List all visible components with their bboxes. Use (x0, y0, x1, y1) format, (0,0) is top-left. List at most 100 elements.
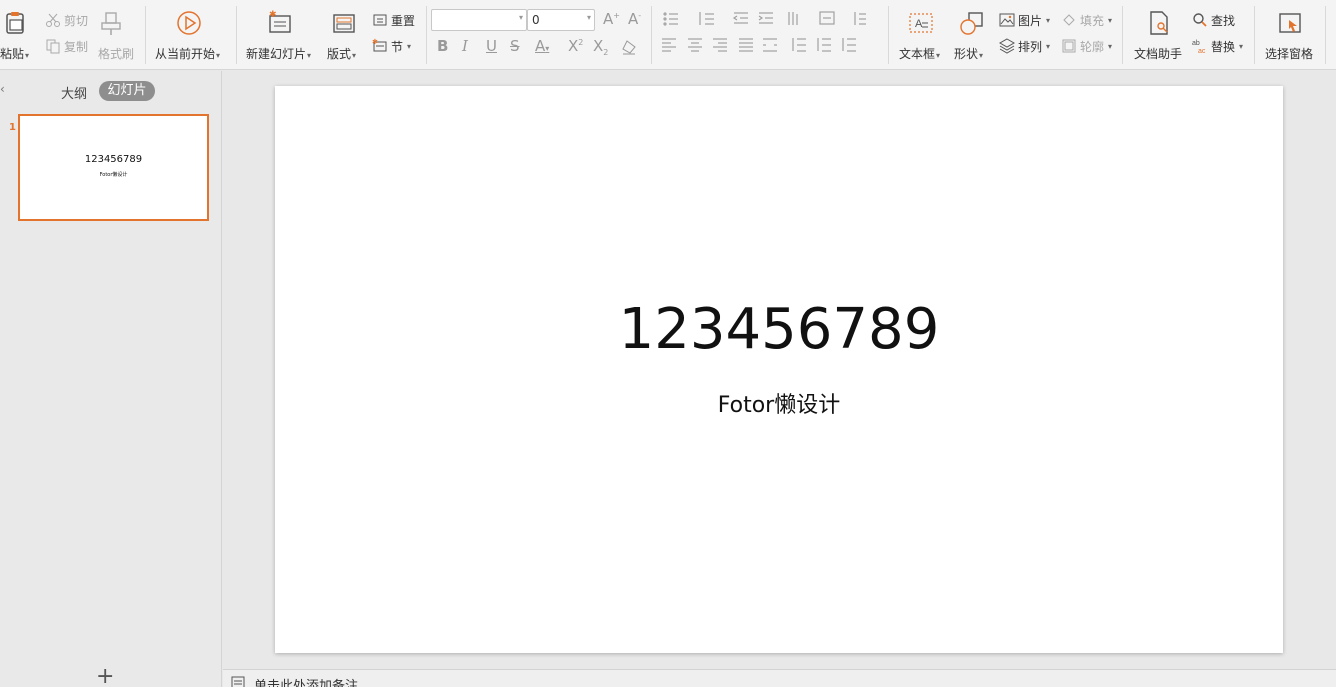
tab-slides[interactable]: 幻灯片 (99, 81, 155, 101)
increase-indent-icon (758, 12, 773, 24)
cut-button[interactable]: 剪切 (45, 10, 88, 30)
paste-label: 粘贴 (0, 47, 25, 61)
notes-placeholder[interactable]: 单击此处添加备注 (254, 675, 358, 687)
picture-icon (999, 13, 1015, 27)
section-button[interactable]: ✱ 节 ▾ (372, 36, 411, 56)
outline-label: 轮廓 (1080, 39, 1105, 54)
slide-thumbnail[interactable]: 123456789 Fotor懒设计 (18, 114, 209, 221)
shapes-icon (960, 12, 983, 35)
scissors-icon (46, 13, 60, 27)
align-center-icon (688, 38, 702, 52)
subscript-icon[interactable]: X2 (593, 37, 608, 57)
svg-text:✱: ✱ (269, 10, 277, 20)
bold-icon[interactable]: B (437, 37, 448, 55)
svg-text:A: A (915, 18, 923, 30)
chevron-down-icon: ▾ (1108, 41, 1113, 51)
doc-assistant-button[interactable]: 文档助手 (1134, 8, 1182, 61)
notes-pane[interactable]: 单击此处添加备注 (223, 669, 1336, 687)
copy-icon (46, 39, 60, 54)
distribute-icon (763, 38, 777, 52)
superscript-icon[interactable]: X2 (568, 37, 583, 55)
slide-canvas[interactable]: 123456789 Fotor懒设计 (275, 86, 1283, 653)
selection-pane-icon (1279, 13, 1301, 33)
chevron-down-icon: ▾ (586, 13, 591, 22)
reset-label: 重置 (391, 13, 416, 28)
new-slide-icon: ✱ (269, 10, 291, 33)
clear-format-icon[interactable] (621, 39, 637, 55)
align-left-icon (662, 38, 676, 52)
divider (1122, 6, 1123, 64)
paragraph-tools[interactable] (662, 11, 882, 61)
underline-icon[interactable]: U (486, 37, 497, 55)
outline-icon (1062, 39, 1076, 53)
arrange-icon (999, 38, 1015, 54)
italic-icon[interactable]: I (462, 37, 468, 55)
new-slide-button[interactable]: ✱ 新建幻灯片▾ (246, 8, 311, 61)
doc-assistant-icon (1150, 11, 1168, 35)
collapse-panel-icon[interactable]: ‹ (0, 82, 5, 96)
chevron-down-icon: ▾ (1046, 41, 1051, 51)
font-color-icon[interactable]: A▾ (535, 37, 549, 55)
cut-label: 剪切 (64, 13, 89, 28)
fill-bucket-icon (1063, 14, 1075, 26)
divider (1325, 6, 1326, 64)
decrease-indent-icon (732, 12, 748, 24)
slide-subtitle[interactable]: Fotor懒设计 (275, 387, 1283, 419)
paste-button[interactable]: 粘贴▾ (0, 8, 29, 61)
new-slide-label: 新建幻灯片 (246, 47, 307, 61)
textbox-icon: A (909, 13, 933, 33)
play-from-current-button[interactable]: 从当前开始▾ (155, 8, 220, 61)
doc-assistant-label: 文档助手 (1134, 47, 1183, 61)
strikethrough-icon[interactable]: S (510, 37, 520, 55)
section-icon: ✱ (372, 38, 387, 52)
find-label: 查找 (1211, 13, 1236, 28)
fill-label: 填充 (1080, 13, 1105, 28)
font-size-value: 0 (532, 13, 540, 27)
layout-button[interactable]: 版式▾ (327, 8, 357, 61)
chevron-down-icon: ▾ (407, 41, 412, 51)
replace-icon: abac (1192, 40, 1206, 54)
arrange-button[interactable]: 排列 ▾ (999, 36, 1050, 56)
shape-label: 形状 (954, 47, 979, 61)
tab-outline[interactable]: 大纲 (61, 83, 87, 102)
divider (651, 6, 652, 64)
chevron-down-icon: ▾ (25, 51, 30, 60)
paste-icon (6, 12, 24, 34)
search-icon (1193, 13, 1207, 27)
columns-icon (854, 12, 866, 25)
add-slide-icon[interactable]: + (96, 666, 114, 687)
ribbon-toolbar: 粘贴▾ 剪切 复制 格式刷 从当前开始▾ ✱ 新建幻灯片▾ 版式▾ 重置 ✱ 节… (0, 0, 1336, 70)
increase-font-icon[interactable]: A+ (603, 10, 620, 28)
line-spacing-icon (792, 38, 806, 52)
reset-icon (373, 14, 387, 26)
decrease-font-icon[interactable]: A- (628, 10, 641, 28)
layout-icon (333, 14, 355, 33)
outline-button[interactable]: 轮廓 ▾ (1061, 36, 1112, 56)
chevron-down-icon: ▾ (216, 51, 221, 60)
picture-label: 图片 (1018, 13, 1043, 28)
chevron-down-icon: ▾ (518, 13, 523, 22)
replace-button[interactable]: ab ac 替换 ▾ (1192, 36, 1243, 56)
font-size-select[interactable]: 0 ▾ (527, 9, 595, 31)
chevron-down-icon: ▾ (352, 51, 357, 60)
paragraph-spacing-icon (817, 38, 831, 52)
thumbnail-subtitle: Fotor懒设计 (99, 172, 128, 178)
selection-pane-button[interactable]: 选择窗格 (1265, 8, 1313, 61)
textbox-label: 文本框 (899, 47, 936, 61)
format-painter-button[interactable]: 格式刷 (98, 8, 134, 61)
reset-button[interactable]: 重置 (372, 10, 415, 30)
chevron-down-icon: ▾ (307, 51, 312, 60)
slide-title[interactable]: 123456789 (275, 297, 1283, 362)
chevron-down-icon: ▾ (1239, 41, 1244, 51)
copy-button[interactable]: 复制 (45, 36, 88, 56)
align-text-icon (819, 11, 835, 25)
fill-button[interactable]: 填充 ▾ (1061, 10, 1112, 30)
picture-button[interactable]: 图片 ▾ (999, 10, 1050, 30)
slide-navigation-panel: ‹ 大纲 幻灯片 1 123456789 Fotor懒设计 + (0, 71, 222, 687)
numbering-icon (699, 12, 714, 25)
divider (1254, 6, 1255, 64)
font-name-select[interactable]: ▾ (431, 9, 527, 31)
shape-button[interactable]: 形状▾ (954, 8, 985, 61)
textbox-button[interactable]: A 文本框▾ (899, 8, 940, 61)
find-button[interactable]: 查找 (1192, 10, 1235, 30)
